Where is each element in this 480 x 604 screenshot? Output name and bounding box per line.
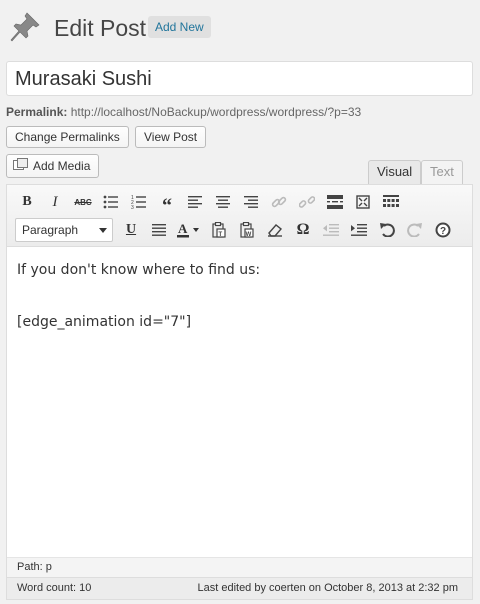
post-title-input[interactable]: Murasaki Sushi — [6, 61, 473, 96]
view-post-button[interactable]: View Post — [135, 126, 207, 148]
bullet-list-icon[interactable] — [99, 190, 123, 214]
format-select-value: Paragraph — [22, 223, 79, 237]
toolbar-row-2: Paragraph U A T W Ω ? — [15, 218, 459, 242]
permalink-label: Permalink: — [6, 105, 68, 119]
special-char-icon[interactable]: Ω — [291, 218, 315, 242]
clear-format-icon[interactable] — [263, 218, 287, 242]
status-bar: Word count: 10 Last edited by coerten on… — [7, 577, 472, 599]
path-bar: Path: p — [7, 557, 472, 577]
text-color-icon[interactable]: A — [175, 218, 203, 242]
unlink-icon[interactable] — [295, 190, 319, 214]
pushpin-icon — [10, 12, 40, 42]
undo-icon[interactable] — [375, 218, 399, 242]
svg-text:W: W — [246, 232, 252, 238]
kitchen-sink-icon[interactable] — [379, 190, 403, 214]
numbered-list-icon[interactable]: 123 — [127, 190, 151, 214]
tab-visual[interactable]: Visual — [368, 160, 422, 184]
svg-text:A: A — [178, 222, 188, 236]
align-center-icon[interactable] — [211, 190, 235, 214]
blockquote-icon[interactable]: “ — [155, 190, 179, 216]
fullscreen-icon[interactable] — [351, 190, 375, 214]
editor-content[interactable]: If you don't know where to find us: [edg… — [7, 248, 472, 557]
format-select[interactable]: Paragraph — [15, 218, 113, 242]
svg-text:?: ? — [440, 226, 446, 237]
redo-icon[interactable] — [403, 218, 427, 242]
paste-text-icon[interactable]: T — [207, 218, 231, 242]
toolbar-row-1: B I ABC 123 “ — [15, 190, 407, 216]
permalink-url[interactable]: http://localhost/NoBackup/wordpress/word… — [71, 105, 362, 119]
change-permalinks-button[interactable]: Change Permalinks — [6, 126, 129, 148]
tab-text[interactable]: Text — [421, 160, 463, 184]
content-paragraph[interactable]: If you don't know where to find us: — [17, 260, 462, 280]
svg-text:T: T — [219, 232, 223, 238]
more-tag-icon[interactable] — [323, 190, 347, 214]
add-media-label: Add Media — [33, 159, 91, 173]
page-header: Edit Post Add New — [6, 8, 466, 48]
media-icon — [13, 158, 29, 172]
paste-word-icon[interactable]: W — [235, 218, 259, 242]
indent-icon[interactable] — [347, 218, 371, 242]
page-title: Edit Post — [54, 15, 147, 41]
strikethrough-icon[interactable]: ABC — [71, 190, 95, 214]
align-right-icon[interactable] — [239, 190, 263, 214]
italic-icon[interactable]: I — [43, 190, 67, 214]
permalink-row: Permalink: http://localhost/NoBackup/wor… — [6, 105, 361, 119]
chevron-down-icon — [99, 228, 107, 233]
align-left-icon[interactable] — [183, 190, 207, 214]
justify-icon[interactable] — [147, 218, 171, 242]
svg-text:3: 3 — [131, 205, 134, 209]
add-new-button[interactable]: Add New — [148, 16, 211, 38]
add-media-button[interactable]: Add Media — [6, 154, 100, 178]
bold-icon[interactable]: B — [15, 190, 39, 214]
help-icon[interactable]: ? — [431, 218, 455, 242]
outdent-icon[interactable] — [319, 218, 343, 242]
post-editor: B I ABC 123 “ Paragraph U A T W Ω ? If y… — [6, 184, 473, 600]
shortcode-paragraph[interactable]: [edge_animation id="7"] — [17, 312, 462, 332]
editor-toolbar: B I ABC 123 “ Paragraph U A T W Ω ? — [7, 185, 472, 247]
underline-icon[interactable]: U — [119, 218, 143, 242]
link-icon[interactable] — [267, 190, 291, 214]
word-count: Word count: 10 — [17, 582, 92, 594]
last-edited-info: Last edited by coerten on October 8, 201… — [197, 582, 458, 594]
